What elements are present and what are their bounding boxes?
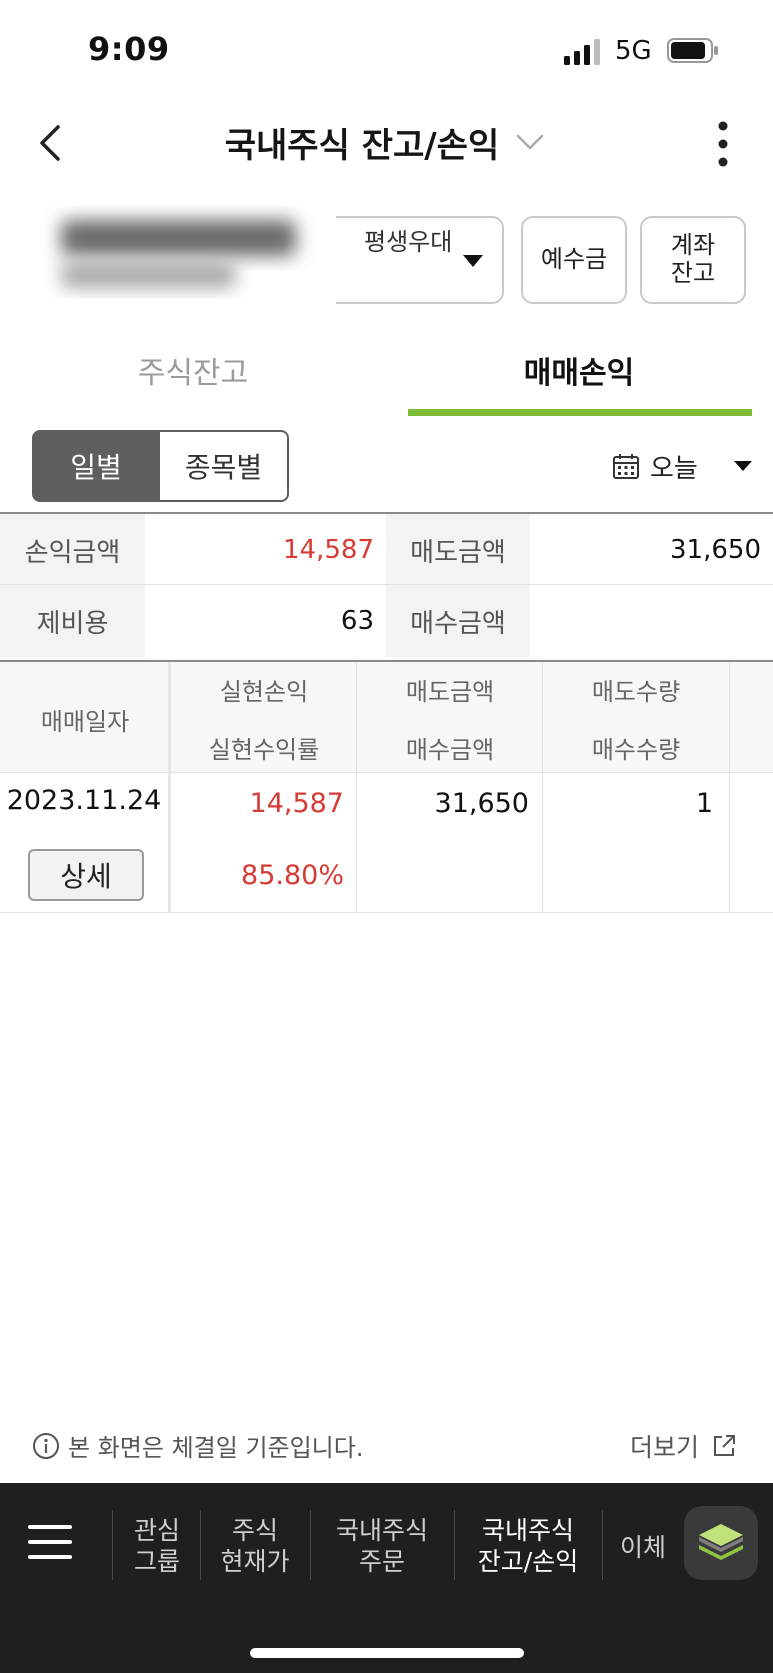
header-sell-amount: 매도금액 (405, 678, 495, 706)
header-buy-amount: 매수금액 (405, 736, 495, 764)
nav-item-line: 그룹 (133, 1547, 180, 1577)
summary-value: 63 (145, 585, 386, 657)
header-sell-qty: 매도수량 (591, 678, 681, 706)
date-filter[interactable]: 오늘 (612, 444, 698, 488)
account-number-blurred (26, 198, 336, 318)
divider (0, 912, 773, 913)
status-time: 9:09 (88, 30, 170, 68)
segment-by-stock[interactable]: 종목별 (160, 430, 289, 502)
summary-label: 매수금액 (386, 585, 530, 657)
layers-button[interactable] (684, 1506, 758, 1580)
nav-item-line: 국내주식 (481, 1516, 574, 1545)
nav-item-watchlist[interactable]: 관심 그룹 (114, 1515, 200, 1578)
nav-divider (602, 1510, 603, 1580)
nav-item-domestic-order[interactable]: 국내주식 주문 (312, 1515, 452, 1578)
summary-label: 매도금액 (386, 514, 530, 586)
page-title: 국내주식 잔고/손익 (224, 125, 500, 166)
divider (0, 772, 773, 773)
info-icon (33, 1432, 59, 1459)
calendar-icon (613, 454, 639, 479)
summary-row: 제비용 63 매수금액 (0, 585, 773, 657)
tab-stock-balance[interactable]: 주식잔고 (0, 348, 386, 392)
column-divider (542, 662, 543, 912)
nav-divider (112, 1510, 113, 1580)
row-sell-qty: 1 (695, 788, 713, 819)
back-button[interactable] (30, 118, 70, 168)
account-balance-line2: 잔고 (670, 259, 716, 287)
nav-divider (200, 1510, 201, 1580)
row-sell-amount: 31,650 (434, 788, 529, 819)
summary-row: 손익금액 14,587 매도금액 31,650 (0, 514, 773, 586)
row-realized-rate: 85.80% (241, 860, 344, 891)
title-dropdown[interactable]: 국내주식 잔고/손익 (150, 112, 620, 172)
network-label: 5G (615, 36, 652, 66)
nav-item-line: 주식 (231, 1516, 278, 1545)
hamburger-menu-icon[interactable] (28, 1524, 72, 1560)
nav-item-line: 관심 (133, 1516, 180, 1545)
external-link-icon (714, 1435, 736, 1456)
nav-item-line: 국내주식 (335, 1516, 428, 1545)
more-options-icon[interactable] (708, 120, 738, 168)
summary-value: 14,587 (145, 514, 386, 586)
column-divider (729, 662, 730, 912)
caret-down-icon (463, 255, 483, 267)
column-divider (356, 662, 357, 912)
more-link-label: 더보기 (630, 1433, 700, 1462)
nav-item-line: 주문 (358, 1547, 405, 1577)
more-link[interactable]: 더보기 (630, 1428, 737, 1464)
header-realized-pl: 실현손익 (219, 678, 309, 706)
summary-value (530, 585, 773, 657)
nav-item-line: 잔고/손익 (477, 1547, 579, 1577)
summary-label: 제비용 (0, 585, 145, 657)
battery-icon (667, 38, 718, 63)
info-note: 본 화면은 체결일 기준입니다. (32, 1428, 363, 1463)
caret-down-icon[interactable] (733, 460, 753, 472)
header-trade-date: 매매일자 (40, 708, 130, 736)
nav-item-stock-quote[interactable]: 주식 현재가 (202, 1515, 308, 1578)
deposit-label: 예수금 (540, 245, 608, 274)
active-tab-indicator (408, 409, 752, 416)
row-realized-pl: 14,587 (249, 788, 344, 819)
summary-label: 손익금액 (0, 514, 145, 586)
info-note-text: 본 화면은 체결일 기준입니다. (68, 1434, 364, 1462)
row-trade-date: 2023.11.24 (6, 785, 162, 816)
chevron-down-icon (517, 134, 544, 150)
column-divider (168, 662, 171, 912)
nav-item-domestic-balance[interactable]: 국내주식 잔고/손익 (456, 1515, 600, 1578)
layers-icon (699, 1524, 743, 1560)
segment-daily[interactable]: 일별 (32, 430, 160, 502)
home-indicator (250, 1648, 524, 1658)
nav-item-transfer[interactable]: 이체 (604, 1532, 682, 1563)
date-filter-label: 오늘 (650, 453, 698, 484)
header-buy-qty: 매수수량 (591, 736, 681, 764)
header-realized-rate: 실현수익률 (208, 736, 320, 764)
signal-icon (564, 39, 600, 65)
deposit-button[interactable]: 예수금 (521, 216, 627, 304)
nav-divider (454, 1510, 455, 1580)
bottom-nav (0, 1483, 773, 1673)
account-balance-line1: 계좌 (670, 231, 716, 260)
account-balance-button[interactable]: 계좌 잔고 (640, 216, 746, 304)
nav-item-line: 현재가 (220, 1547, 290, 1577)
account-balance-label: 계좌 잔고 (671, 232, 715, 287)
chevron-left-icon (40, 125, 60, 161)
nav-divider (310, 1510, 311, 1580)
account-name: 평생우대 (364, 228, 453, 256)
tab-trading-pl[interactable]: 매매손익 (386, 348, 772, 392)
summary-value: 31,650 (530, 514, 773, 586)
detail-button[interactable]: 상세 (28, 849, 144, 901)
